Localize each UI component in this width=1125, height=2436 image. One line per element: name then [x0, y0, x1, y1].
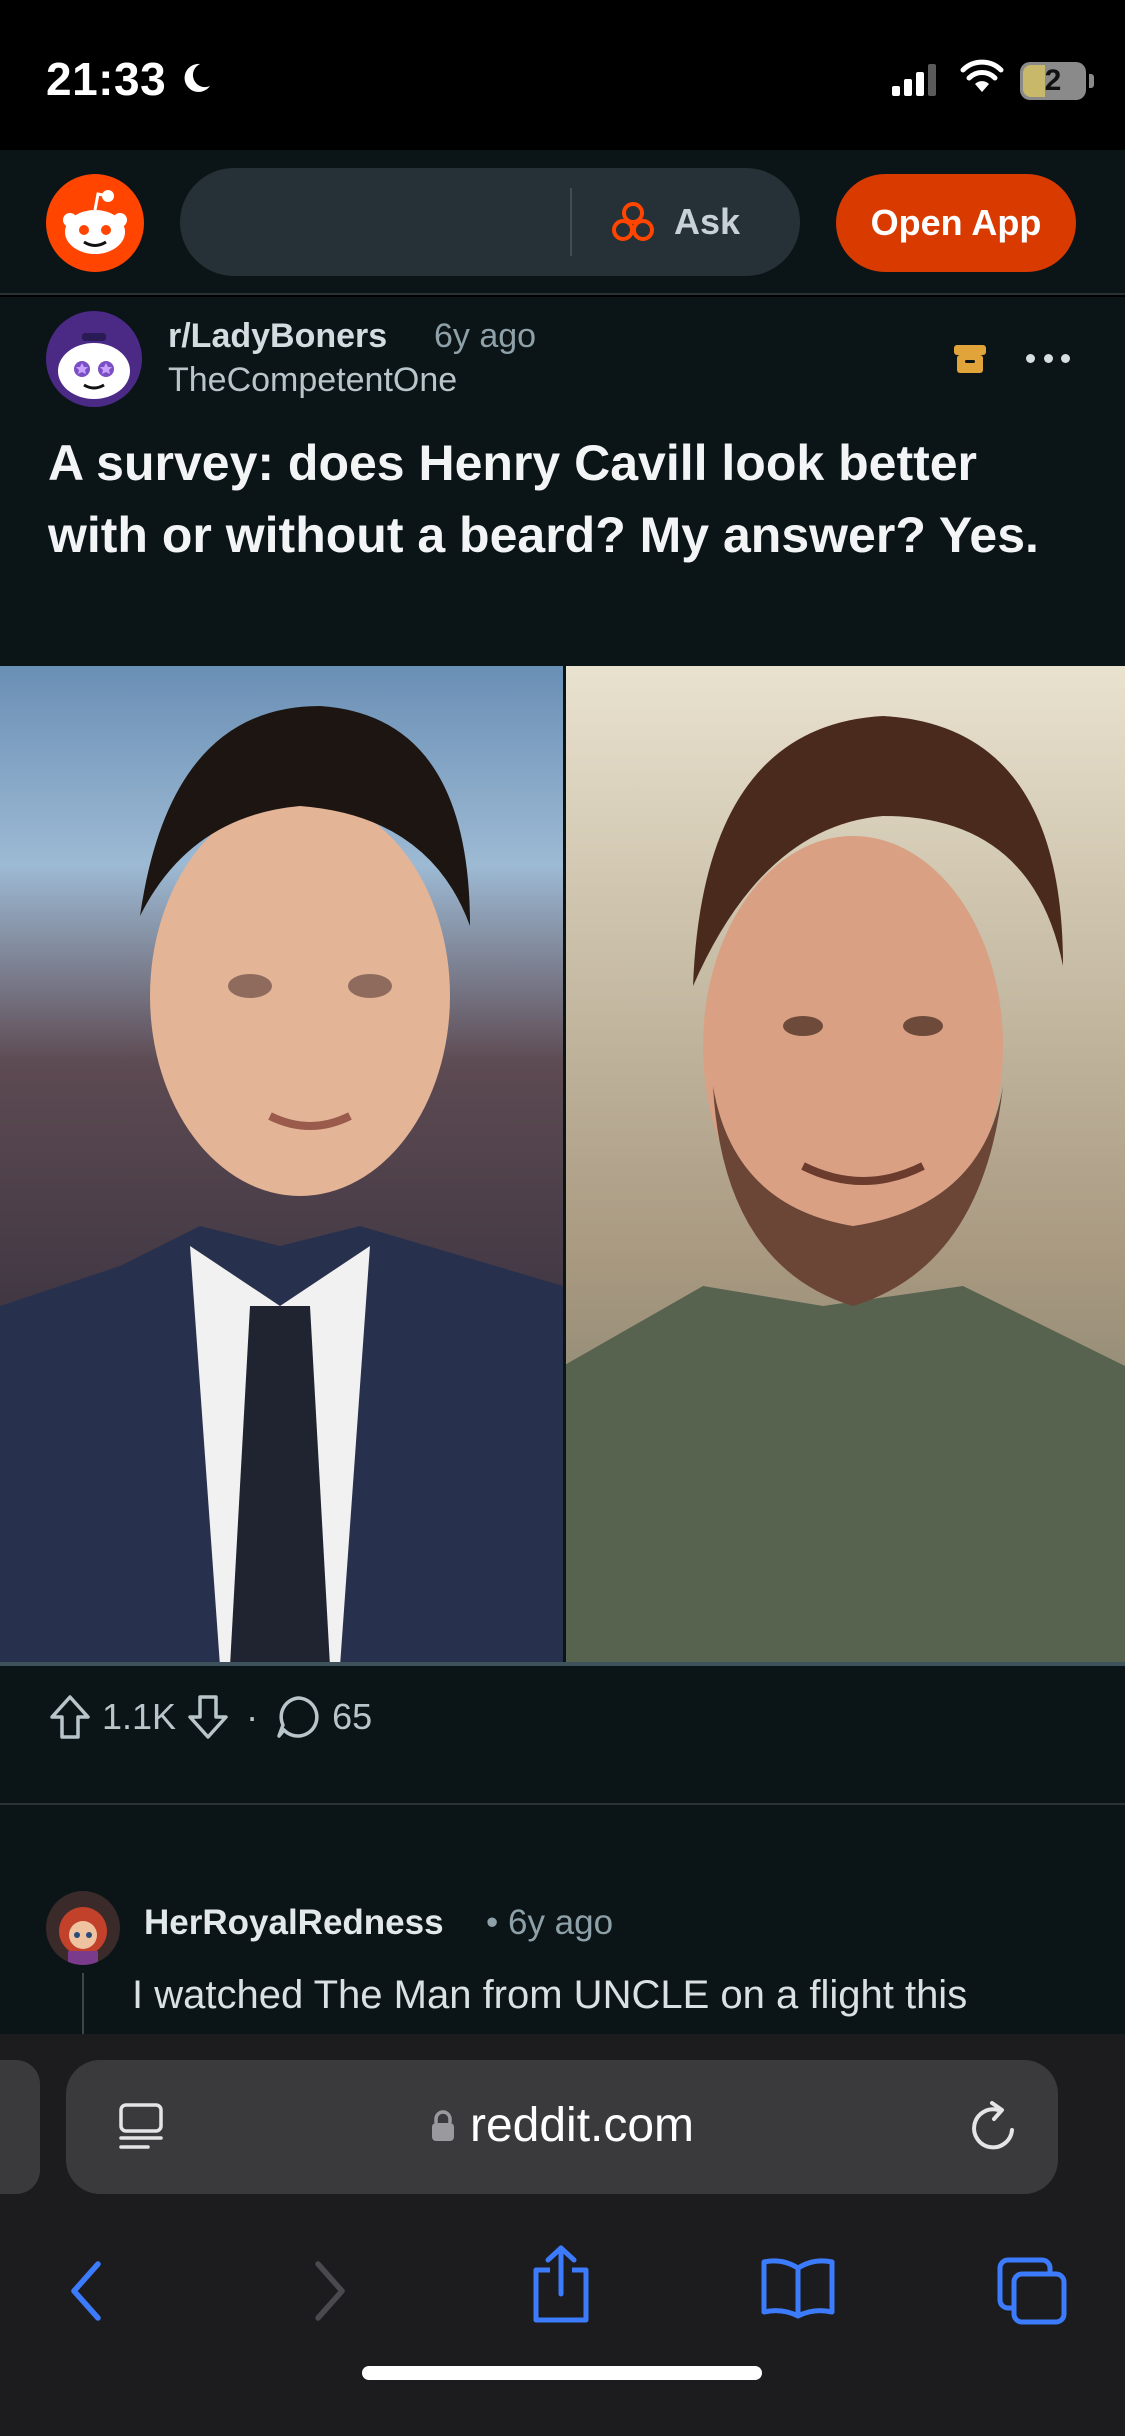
- downvote-icon[interactable]: [186, 1693, 230, 1741]
- post-actions: 1.1K · 65: [48, 1687, 372, 1747]
- comment-count: 65: [332, 1696, 373, 1737]
- reload-icon[interactable]: [968, 2100, 1020, 2154]
- comment-meta: • 6y ago: [486, 1903, 614, 1942]
- url-display: reddit.com: [66, 2098, 1058, 2153]
- home-indicator[interactable]: [362, 2366, 762, 2380]
- post-age: 6y ago: [434, 317, 537, 355]
- search-input[interactable]: Ask: [180, 168, 800, 276]
- post: r/LadyBoners 6y ago TheCompetentOne A su…: [0, 297, 1125, 2053]
- signal-icon: [892, 64, 936, 96]
- lock-icon: [431, 2109, 454, 2141]
- reddit-header: Ask Open App: [0, 150, 1125, 295]
- photo-without-beard: [0, 666, 563, 1662]
- comment-text: I watched The Man from UNCLE on a flight…: [132, 1973, 968, 2017]
- search-divider: [570, 188, 572, 256]
- battery-icon: 2: [1020, 62, 1094, 100]
- status-bar: 21:33 2: [0, 0, 1125, 150]
- commenter-avatar-icon: [59, 1907, 107, 1965]
- ask-button[interactable]: Ask: [610, 192, 740, 252]
- post-image[interactable]: [0, 666, 1125, 1666]
- comment-avatar[interactable]: [46, 1891, 120, 1965]
- archive-icon: [954, 345, 986, 373]
- wifi-icon: [960, 59, 1004, 92]
- browser-toolbar: [0, 2234, 1125, 2364]
- reddit-logo[interactable]: [46, 174, 144, 272]
- post-title[interactable]: A survey: does Henry Cavill look better …: [48, 427, 1078, 571]
- ask-label: Ask: [674, 201, 741, 242]
- back-icon[interactable]: [62, 2256, 114, 2326]
- snoo-icon: [63, 190, 127, 254]
- photo-with-beard: [563, 666, 1125, 1662]
- subreddit-snoo-icon: [58, 333, 130, 399]
- comment-icon[interactable]: [274, 1693, 322, 1741]
- bookmarks-icon[interactable]: [760, 2256, 836, 2320]
- post-author[interactable]: TheCompetentOne: [168, 361, 457, 400]
- ask-icon: [612, 202, 654, 241]
- upvote-count: 1.1K: [102, 1696, 177, 1737]
- portrait-suit: [0, 706, 563, 1662]
- forward-icon[interactable]: [302, 2256, 354, 2326]
- tabs-icon[interactable]: [996, 2256, 1068, 2326]
- battery-level: 2: [1044, 64, 1062, 97]
- upvote-icon[interactable]: [48, 1693, 92, 1741]
- status-time: 21:33: [46, 53, 167, 105]
- open-app-button[interactable]: Open App: [836, 174, 1076, 272]
- share-icon[interactable]: [528, 2244, 594, 2324]
- moon-icon: [184, 63, 210, 92]
- subreddit-avatar[interactable]: [46, 311, 142, 407]
- actions-separator: ·: [246, 1696, 259, 1737]
- previous-tab-peek[interactable]: [0, 2060, 40, 2194]
- subreddit-name[interactable]: r/LadyBoners: [168, 317, 387, 356]
- more-options-icon[interactable]: [1026, 343, 1070, 373]
- comment-author[interactable]: HerRoyalRedness: [144, 1903, 444, 1943]
- post-divider: [0, 1803, 1125, 1805]
- address-bar[interactable]: reddit.com: [66, 2060, 1058, 2194]
- portrait-beard: [563, 716, 1125, 1662]
- url-text: reddit.com: [469, 2099, 695, 2152]
